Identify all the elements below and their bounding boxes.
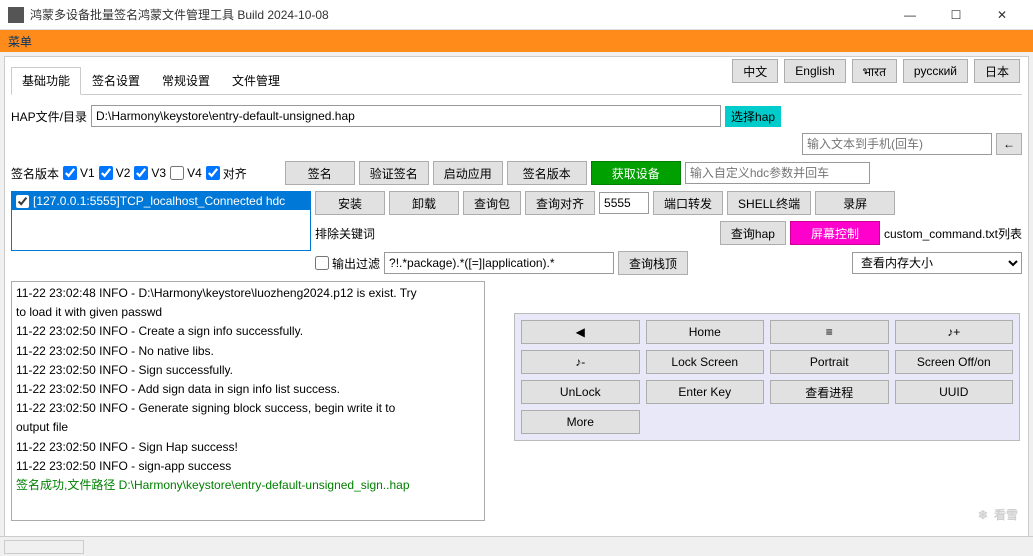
tab-sign-settings[interactable]: 签名设置 [81,67,151,94]
home-button[interactable]: Home [646,320,765,344]
status-grip [4,540,84,554]
filter-pattern-input[interactable] [384,252,614,274]
verify-sign-button[interactable]: 验证签名 [359,161,429,185]
port-forward-button[interactable]: 端口转发 [653,191,723,215]
screen-control-button[interactable]: 屏幕控制 [790,221,880,245]
maximize-button[interactable]: ☐ [933,0,979,30]
back-arrow-button[interactable]: ← [996,133,1022,155]
align-checkbox[interactable]: 对齐 [206,165,247,182]
port-input[interactable] [599,192,649,214]
statusbar [0,536,1033,556]
portrait-button[interactable]: Portrait [770,350,889,374]
unlock-button[interactable]: UnLock [521,380,640,404]
menu-button[interactable]: ≡ [770,320,889,344]
uuid-button[interactable]: UUID [895,380,1014,404]
window-title: 鸿蒙多设备批量签名鸿蒙文件管理工具 Build 2024-10-08 [30,6,887,23]
device-item-label: [127.0.0.1:5555]TCP_localhost_Connected … [33,194,285,208]
launch-app-button[interactable]: 启动应用 [433,161,503,185]
query-stack-button[interactable]: 查询栈顶 [618,251,688,275]
device-checkbox[interactable] [16,195,29,208]
install-button[interactable]: 安装 [315,191,385,215]
v4-checkbox[interactable]: V4 [170,166,202,180]
lang-ru-button[interactable]: русский [903,59,968,83]
control-panel: ◀ Home ≡ ♪+ ♪- Lock Screen Portrait Scre… [514,313,1020,441]
hdc-params-input[interactable] [685,162,870,184]
v2-checkbox[interactable]: V2 [99,166,131,180]
get-device-button[interactable]: 获取设备 [591,161,681,185]
lock-screen-button[interactable]: Lock Screen [646,350,765,374]
v1-checkbox[interactable]: V1 [63,166,95,180]
sign-button[interactable]: 签名 [285,161,355,185]
tab-basic[interactable]: 基础功能 [11,67,81,95]
sign-version-button[interactable]: 签名版本 [507,161,587,185]
select-hap-button[interactable]: 选择hap [725,106,781,127]
more-button[interactable]: More [521,410,640,434]
hap-label: HAP文件/目录 [11,108,87,125]
tab-general[interactable]: 常规设置 [151,67,221,94]
vol-down-button[interactable]: ♪- [521,350,640,374]
vol-up-button[interactable]: ♪+ [895,320,1014,344]
lang-en-button[interactable]: English [784,59,845,83]
phone-text-input[interactable] [802,133,992,155]
sign-version-label: 签名版本 [11,165,59,182]
screen-off-button[interactable]: Screen Off/on [895,350,1014,374]
lang-jp-button[interactable]: 日本 [974,59,1020,83]
main-panel: 中文 English भारत русский 日本 基础功能 签名设置 常规设… [4,56,1029,548]
enter-key-button[interactable]: Enter Key [646,380,765,404]
menubar: 菜单 [0,30,1033,52]
uninstall-button[interactable]: 卸载 [389,191,459,215]
record-button[interactable]: 录屏 [815,191,895,215]
device-list[interactable]: [127.0.0.1:5555]TCP_localhost_Connected … [11,191,311,251]
language-row: 中文 English भारत русский 日本 [732,59,1020,83]
shell-button[interactable]: SHELL终端 [727,191,811,215]
close-button[interactable]: ✕ [979,0,1025,30]
tab-file-mgmt[interactable]: 文件管理 [221,67,291,94]
minimize-button[interactable]: — [887,0,933,30]
hap-path-input[interactable] [91,105,721,127]
back-button[interactable]: ◀ [521,320,640,344]
device-item[interactable]: [127.0.0.1:5555]TCP_localhost_Connected … [12,192,310,210]
lang-in-button[interactable]: भारत [852,59,897,83]
exclude-keyword-label: 排除关键词 [315,225,375,242]
titlebar: 鸿蒙多设备批量签名鸿蒙文件管理工具 Build 2024-10-08 — ☐ ✕ [0,0,1033,30]
query-align-button[interactable]: 查询对齐 [525,191,595,215]
v3-checkbox[interactable]: V3 [134,166,166,180]
view-process-button[interactable]: 查看进程 [770,380,889,404]
lang-zh-button[interactable]: 中文 [732,59,778,83]
query-hap-button[interactable]: 查询hap [720,221,786,245]
output-filter-checkbox[interactable]: 输出过滤 [315,255,380,272]
log-output[interactable]: 11-22 23:02:48 INFO - D:\Harmony\keystor… [11,281,485,521]
cmd-list-label: custom_command.txt列表 [884,225,1022,242]
menu-item[interactable]: 菜单 [8,33,32,50]
query-pkg-button[interactable]: 查询包 [463,191,521,215]
memsize-select[interactable]: 查看内存大小 [852,252,1022,274]
app-icon [8,7,24,23]
